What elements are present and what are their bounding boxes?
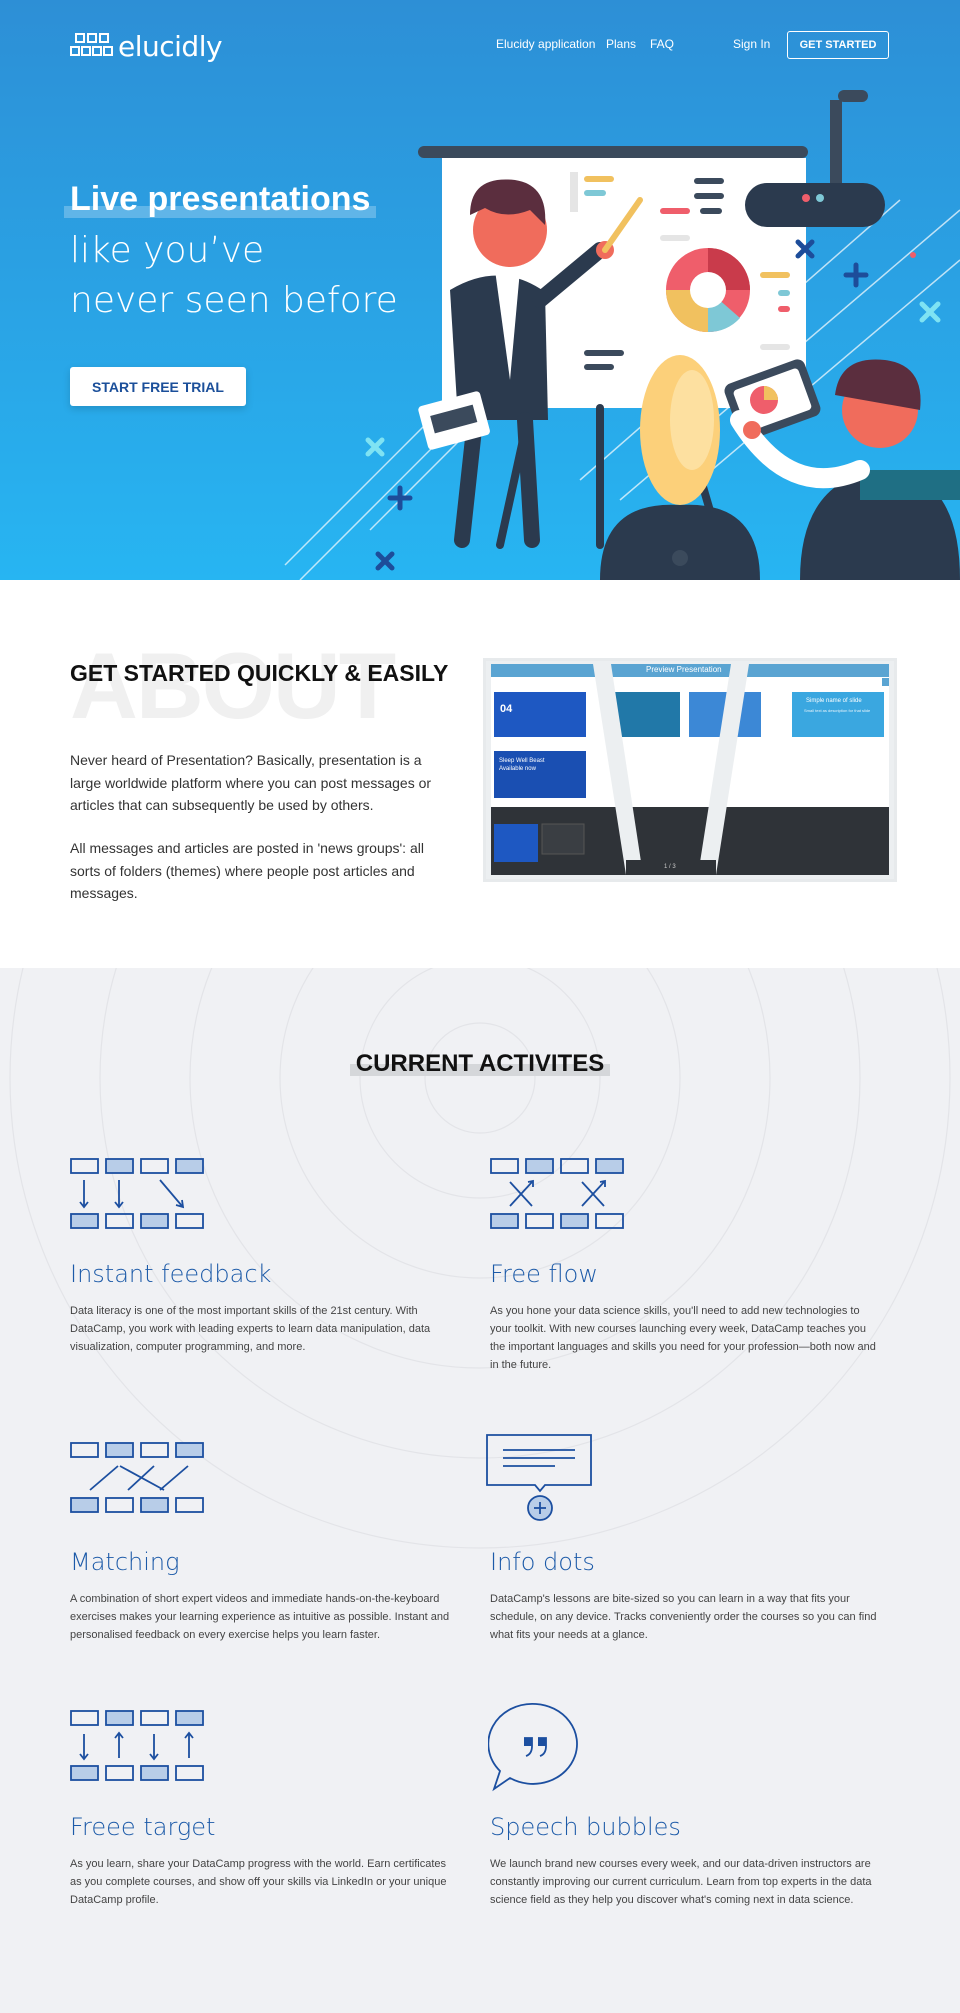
preview-pager[interactable]: 1 / 3 xyxy=(664,864,676,870)
feature-text: A combination of short expert videos and… xyxy=(70,1593,450,1641)
presentation-preview: Preview Presentation 04 Sleep Well Beast… xyxy=(483,658,897,882)
feature-title: Speech bubbles xyxy=(490,1813,681,1841)
preview-title: Preview Presentation xyxy=(646,665,722,674)
preview-slide-caption: Sleep Well Beast Available now xyxy=(499,758,545,772)
feature-info-dots: Info dots DataCamp's lessons are bite-si… xyxy=(490,1548,880,1644)
preview-slide-number: 04 xyxy=(500,703,513,715)
feature-text: As you learn, share your DataCamp progre… xyxy=(70,1858,447,1906)
about-paragraph-1: Never heard of Presentation? Basically, … xyxy=(70,752,432,813)
instant-feedback-icon xyxy=(70,1158,204,1229)
feature-matching: Matching A combination of short expert v… xyxy=(70,1548,460,1644)
feature-title: Matching xyxy=(70,1548,180,1576)
target-icon xyxy=(70,1710,204,1781)
about-title: GET STARTED QUICKLY & EASILY xyxy=(70,660,449,686)
feature-instant-feedback: Instant feedback Data literacy is one of… xyxy=(70,1260,460,1356)
about-paragraph-2: All messages and articles are posted in … xyxy=(70,840,424,901)
info-dots-icon xyxy=(486,1434,592,1521)
feature-text: As you hone your data science skills, yo… xyxy=(490,1305,876,1371)
about-section: ABOUT GET STARTED QUICKLY & EASILY Never… xyxy=(0,580,960,968)
free-flow-icon xyxy=(490,1158,624,1229)
feature-title: Freee target xyxy=(70,1813,216,1841)
feature-title: Instant feedback xyxy=(70,1260,272,1288)
activities-section: CURRENT ACTIVITES Instant feedback Data … xyxy=(0,968,960,2013)
preview-slide-name: Simple name of slide xyxy=(806,698,862,704)
hero-illustration xyxy=(284,90,960,580)
feature-speech-bubbles: Speech bubbles We launch brand new cours… xyxy=(490,1813,880,1909)
feature-freee-target: Freee target As you learn, share your Da… xyxy=(70,1813,460,1909)
feature-text: DataCamp's lessons are bite-sized so you… xyxy=(490,1593,877,1641)
speech-bubble-icon xyxy=(488,1702,578,1792)
feature-free-flow: Free flow As you hone your data science … xyxy=(490,1260,880,1374)
feature-text: Data literacy is one of the most importa… xyxy=(70,1305,431,1353)
feature-title: Free flow xyxy=(490,1260,598,1288)
feature-title: Info dots xyxy=(490,1548,595,1576)
preview-slide-description: Small text as description for that slide xyxy=(804,708,871,713)
activities-title: CURRENT ACTIVITES xyxy=(0,1050,960,1078)
matching-icon xyxy=(70,1442,204,1513)
feature-text: We launch brand new courses every week, … xyxy=(490,1858,872,1906)
hero-section: elucidly Elucidy application Plans FAQ S… xyxy=(0,0,960,580)
